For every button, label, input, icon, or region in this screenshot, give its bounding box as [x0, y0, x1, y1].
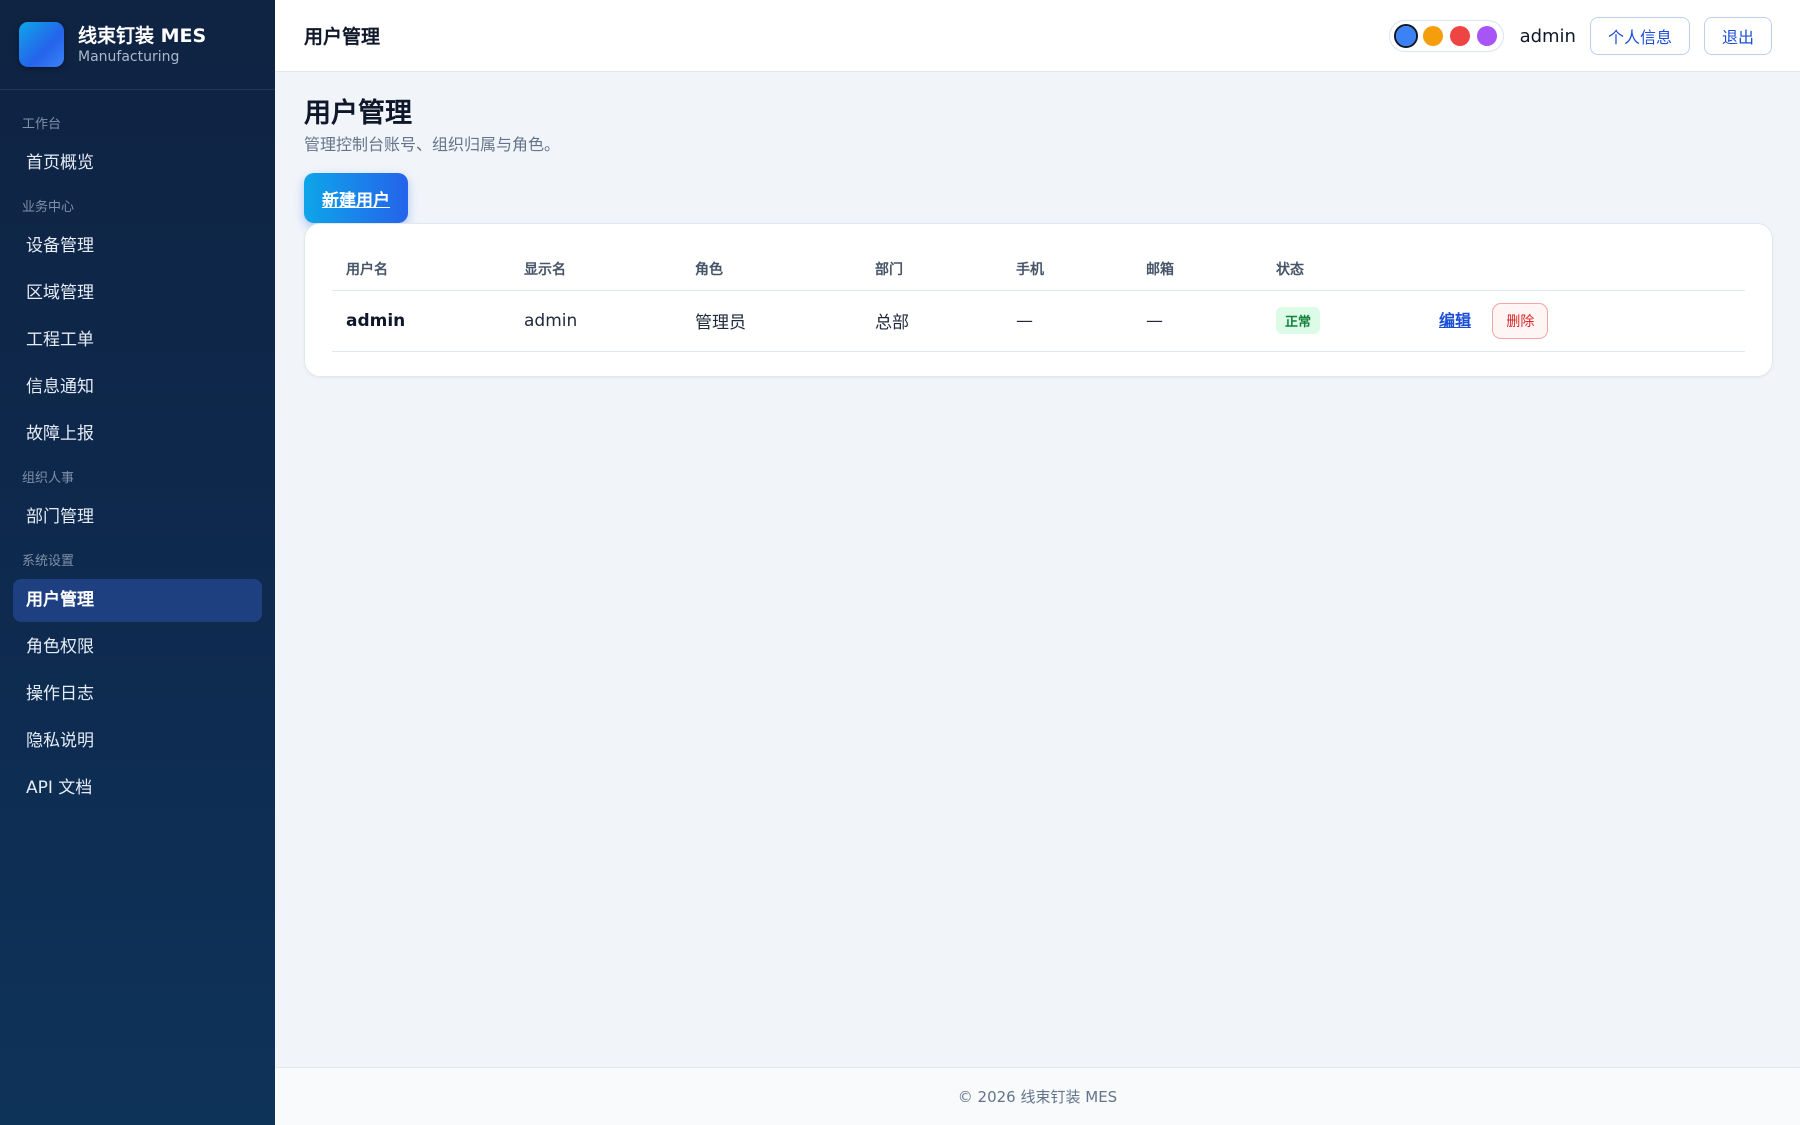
new-user-button[interactable]: 新建用户	[304, 173, 408, 223]
cell-email: —	[1132, 290, 1262, 352]
column-header-display-name: 显示名	[510, 248, 681, 291]
brand-name: 线束钉装 MES	[78, 24, 207, 47]
theme-swatch-blue[interactable]	[1393, 24, 1418, 48]
users-table-card: 用户名 显示名 角色 部门 手机 邮箱 状态 admin admin 管理员 总…	[304, 223, 1773, 377]
sidebar-item-fault-report[interactable]: 故障上报	[13, 413, 262, 456]
sidebar-item-home[interactable]: 首页概览	[13, 142, 262, 185]
status-badge: 正常	[1276, 307, 1321, 334]
sidebar-item-work-orders[interactable]: 工程工单	[13, 319, 262, 362]
cell-display-name: admin	[510, 290, 681, 352]
theme-color-switcher	[1388, 20, 1504, 52]
brand: 线束钉装 MES Manufacturing	[0, 0, 275, 90]
current-username: admin	[1519, 25, 1576, 47]
sidebar-item-api-docs[interactable]: API 文档	[13, 767, 262, 810]
cell-role: 管理员	[681, 290, 861, 352]
cell-status: 正常	[1262, 290, 1425, 352]
sidebar-item-logs[interactable]: 操作日志	[13, 673, 262, 716]
cell-actions: 编辑 删除	[1425, 290, 1745, 352]
sidebar-item-roles[interactable]: 角色权限	[13, 626, 262, 669]
cell-username: admin	[332, 290, 510, 352]
sidebar-nav: 工作台 首页概览 业务中心 设备管理 区域管理 工程工单 信息通知 故障上报 组…	[0, 90, 275, 810]
theme-swatch-red[interactable]	[1449, 26, 1470, 46]
nav-group-title: 系统设置	[22, 554, 75, 569]
column-header-email: 邮箱	[1132, 248, 1262, 291]
main-content: 用户管理 管理控制台账号、组织归属与角色。 新建用户 用户名 显示名 角色 部门…	[304, 72, 1773, 377]
edit-user-link[interactable]: 编辑	[1439, 311, 1471, 330]
profile-button[interactable]: 个人信息	[1589, 17, 1690, 55]
column-header-actions	[1425, 248, 1745, 291]
theme-swatch-amber[interactable]	[1422, 26, 1443, 46]
page-description: 管理控制台账号、组织归属与角色。	[304, 135, 561, 154]
nav-group-title: 业务中心	[22, 200, 75, 215]
sidebar-item-notifications[interactable]: 信息通知	[13, 366, 262, 409]
nav-group-title: 工作台	[22, 117, 62, 132]
logout-button[interactable]: 退出	[1703, 17, 1772, 55]
delete-user-button[interactable]: 删除	[1492, 302, 1549, 339]
nav-group-title: 组织人事	[22, 471, 75, 486]
cell-department: 总部	[861, 290, 1002, 352]
table-header-row: 用户名 显示名 角色 部门 手机 邮箱 状态	[332, 248, 1745, 291]
page-title: 用户管理	[304, 98, 412, 129]
column-header-status: 状态	[1262, 248, 1425, 291]
table-row: admin admin 管理员 总部 — — 正常 编辑 删除	[332, 290, 1745, 352]
column-header-role: 角色	[681, 248, 861, 291]
theme-swatch-purple[interactable]	[1476, 26, 1497, 46]
cell-phone: —	[1002, 290, 1132, 352]
sidebar-item-devices[interactable]: 设备管理	[13, 225, 262, 268]
sidebar: 线束钉装 MES Manufacturing 工作台 首页概览 业务中心 设备管…	[0, 0, 275, 1125]
column-header-username: 用户名	[332, 248, 510, 291]
top-header: 用户管理 admin 个人信息 退出	[275, 0, 1800, 72]
sidebar-item-departments[interactable]: 部门管理	[13, 496, 262, 539]
column-header-department: 部门	[861, 248, 1002, 291]
sidebar-item-users[interactable]: 用户管理	[13, 579, 262, 622]
brand-subtitle: Manufacturing	[78, 48, 180, 65]
users-table: 用户名 显示名 角色 部门 手机 邮箱 状态 admin admin 管理员 总…	[332, 248, 1745, 352]
footer: © 2026 线束钉装 MES	[275, 1067, 1800, 1125]
sidebar-item-privacy[interactable]: 隐私说明	[13, 720, 262, 763]
sidebar-item-areas[interactable]: 区域管理	[13, 272, 262, 315]
brand-logo-icon	[19, 22, 64, 67]
column-header-phone: 手机	[1002, 248, 1132, 291]
header-title: 用户管理	[304, 26, 381, 48]
